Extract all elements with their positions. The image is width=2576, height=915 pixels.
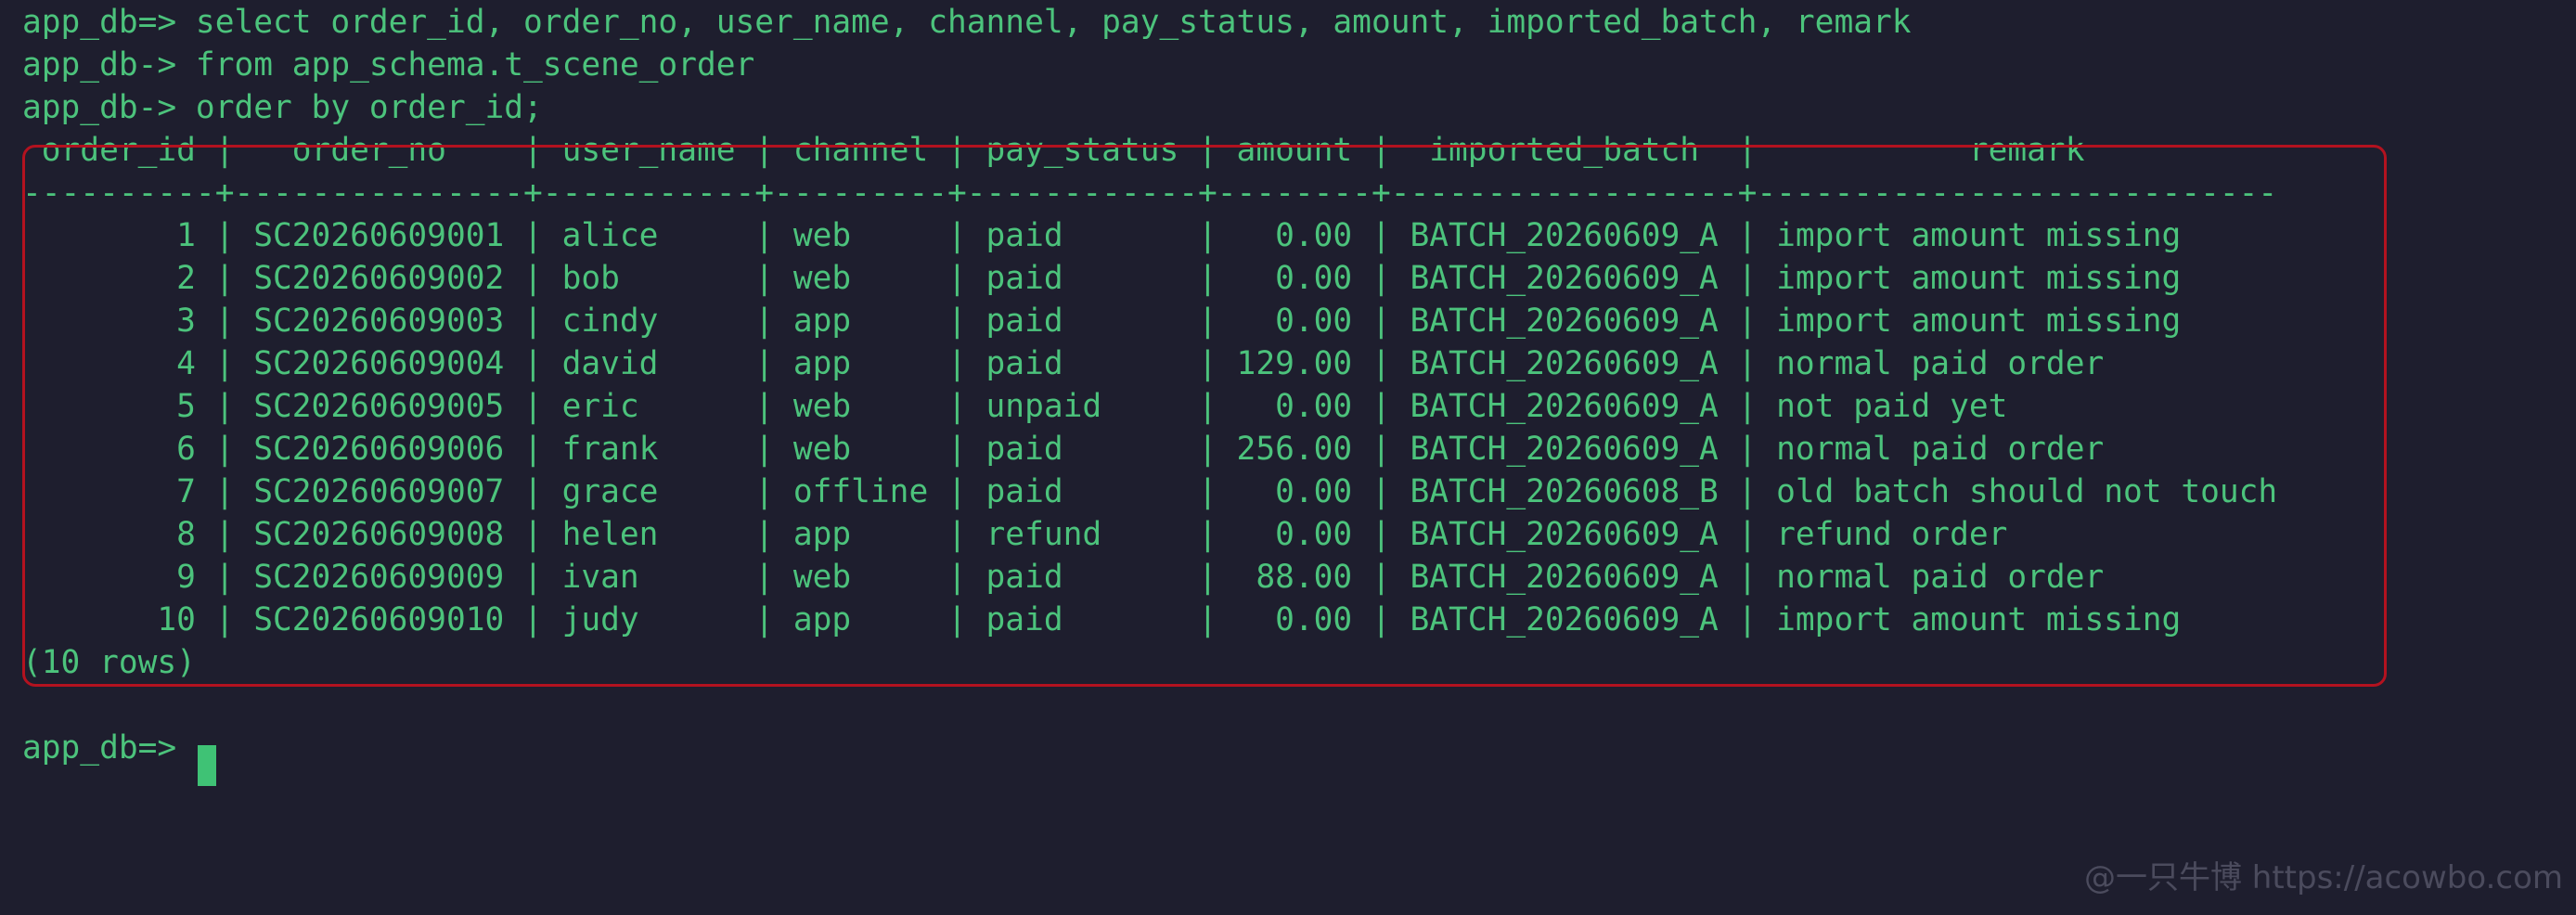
sql-command-line: app_db-> order by order_id; bbox=[22, 89, 543, 126]
sql-command-line: app_db=> select order_id, order_no, user… bbox=[22, 4, 1912, 41]
input-prompt[interactable]: app_db=> bbox=[22, 727, 196, 769]
watermark: @一只牛博 https://acowbo.com bbox=[2083, 859, 2563, 896]
terminal-window[interactable]: app_db=> select order_id, order_no, user… bbox=[0, 0, 2576, 915]
highlight-box bbox=[22, 145, 2387, 687]
text-cursor bbox=[198, 745, 216, 786]
sql-command-line: app_db-> from app_schema.t_scene_order bbox=[22, 46, 755, 84]
